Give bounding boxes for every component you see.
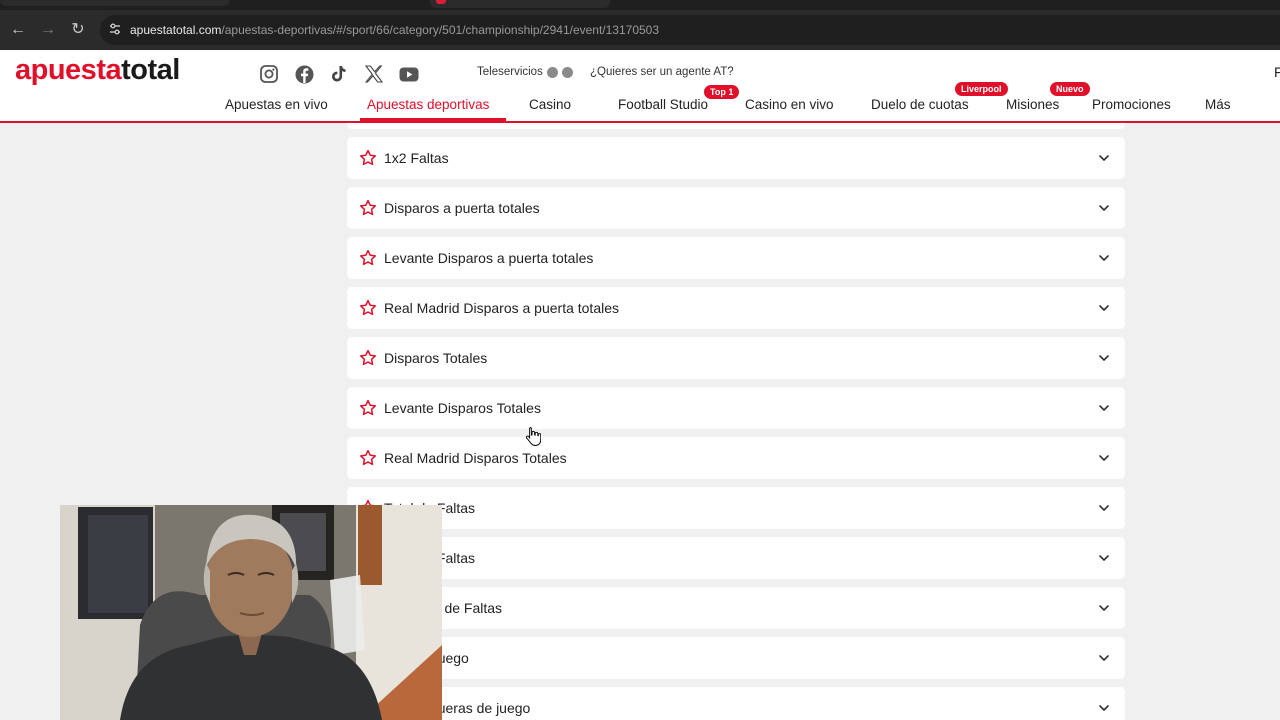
social-links — [258, 64, 420, 84]
favorite-star-icon[interactable] — [359, 399, 377, 417]
chevron-down-icon[interactable] — [1097, 451, 1111, 465]
browser-tab[interactable] — [0, 0, 230, 6]
url-host: apuestatotal.com — [130, 23, 222, 37]
market-row[interactable]: total de fueras de juego — [347, 687, 1125, 720]
back-icon[interactable]: ← — [8, 20, 28, 40]
tab-favicon-icon — [436, 0, 446, 4]
favorite-star-icon[interactable] — [359, 199, 377, 217]
logo-part-1: apuesta — [15, 54, 122, 86]
market-label: Disparos a puerta totales — [384, 200, 540, 216]
chevron-down-icon[interactable] — [1097, 601, 1111, 615]
telegram-icon[interactable] — [546, 66, 558, 78]
badge-liverpool: Liverpool — [955, 82, 1008, 96]
market-row[interactable]: Levante Disparos Totales — [347, 387, 1125, 429]
nav-apuestas-en-vivo[interactable]: Apuestas en vivo — [225, 97, 328, 112]
forward-icon[interactable]: → — [38, 20, 58, 40]
webcam-video — [60, 505, 442, 720]
x-icon[interactable] — [363, 64, 385, 84]
site-header: apuestatotal Teleservicios ¿Quieres ser … — [0, 50, 1280, 123]
webcam-overlay — [60, 505, 442, 720]
market-row[interactable]: 1x2 Faltas — [347, 137, 1125, 179]
chevron-down-icon[interactable] — [1097, 151, 1111, 165]
market-label: Real Madrid Disparos a puerta totales — [384, 300, 620, 316]
badge-nuevo: Nuevo — [1050, 82, 1090, 96]
market-label: 1x2 Faltas — [384, 150, 449, 166]
market-row[interactable]: Total de Faltas — [347, 487, 1125, 529]
logo-part-2: total — [121, 54, 180, 86]
nav-football-studio[interactable]: Football Studio — [618, 97, 708, 112]
nav-promociones[interactable]: Promociones — [1092, 97, 1171, 112]
market-row[interactable]: Real Madrid Disparos a puerta totales — [347, 287, 1125, 329]
browser-tab-active[interactable] — [430, 0, 610, 8]
teleservicios-link[interactable]: Teleservicios — [477, 66, 573, 78]
chevron-down-icon[interactable] — [1097, 501, 1111, 515]
market-label: Levante Disparos a puerta totales — [384, 250, 594, 266]
nav-mas[interactable]: Más — [1205, 97, 1231, 112]
facebook-icon[interactable] — [293, 64, 315, 84]
market-row[interactable]: Disparos a puerta totales — [347, 187, 1125, 229]
nav-duelo-de-cuotas[interactable]: Duelo de cuotas — [871, 97, 969, 112]
chevron-down-icon[interactable] — [1097, 251, 1111, 265]
badge-top1: Top 1 — [704, 85, 740, 99]
chevron-down-icon[interactable] — [1097, 651, 1111, 665]
market-row-partial[interactable] — [347, 123, 1125, 129]
hand-cursor-icon — [525, 427, 541, 446]
market-row[interactable]: Levante Disparos a puerta totales — [347, 237, 1125, 279]
site-settings-icon[interactable] — [108, 22, 122, 36]
favorite-star-icon[interactable] — [359, 349, 377, 367]
favorite-star-icon[interactable] — [359, 149, 377, 167]
reload-icon[interactable]: ↻ — [68, 20, 88, 40]
market-row[interactable]: Real Madrid Disparos Totales — [347, 437, 1125, 479]
favorite-star-icon[interactable] — [359, 249, 377, 267]
nav-misiones[interactable]: Misiones — [1006, 97, 1059, 112]
agente-link[interactable]: ¿Quieres ser un agente AT? — [590, 66, 734, 78]
chevron-down-icon[interactable] — [1097, 551, 1111, 565]
favorite-star-icon[interactable] — [359, 299, 377, 317]
chevron-down-icon[interactable] — [1097, 301, 1111, 315]
browser-tab-strip — [0, 0, 1280, 10]
market-label: Levante Disparos Totales — [384, 400, 541, 416]
youtube-icon[interactable] — [398, 64, 420, 84]
header-cut-text[interactable]: F — [1274, 64, 1280, 80]
market-label: Disparos Totales — [384, 350, 488, 366]
chevron-down-icon[interactable] — [1097, 701, 1111, 715]
tiktok-icon[interactable] — [328, 64, 350, 84]
teleservicios-label: Teleservicios — [477, 66, 543, 78]
market-row[interactable]: Disparos Totales — [347, 337, 1125, 379]
market-row[interactable]: drid Total de Faltas — [347, 587, 1125, 629]
nav-casino-en-vivo[interactable]: Casino en vivo — [745, 97, 834, 112]
market-label: Real Madrid Disparos Totales — [384, 450, 567, 466]
chevron-down-icon[interactable] — [1097, 351, 1111, 365]
site-logo[interactable]: apuestatotal — [15, 54, 180, 87]
market-row[interactable]: Total de Faltas — [347, 537, 1125, 579]
chevron-down-icon[interactable] — [1097, 401, 1111, 415]
favorite-star-icon[interactable] — [359, 449, 377, 467]
url-text[interactable]: apuestatotal.com/apuestas-deportivas/#/s… — [130, 23, 659, 37]
address-bar[interactable]: apuestatotal.com/apuestas-deportivas/#/s… — [100, 15, 1280, 45]
market-row[interactable]: eras de juego — [347, 637, 1125, 679]
browser-toolbar: ← → ↻ apuestatotal.com/apuestas-deportiv… — [0, 10, 1280, 50]
nav-casino[interactable]: Casino — [529, 97, 571, 112]
nav-apuestas-deportivas[interactable]: Apuestas deportivas — [367, 97, 489, 112]
url-path: /apuestas-deportivas/#/sport/66/category… — [221, 23, 660, 37]
chevron-down-icon[interactable] — [1097, 201, 1111, 215]
active-nav-indicator — [360, 118, 506, 121]
messenger-icon[interactable] — [561, 66, 573, 78]
instagram-icon[interactable] — [258, 64, 280, 84]
